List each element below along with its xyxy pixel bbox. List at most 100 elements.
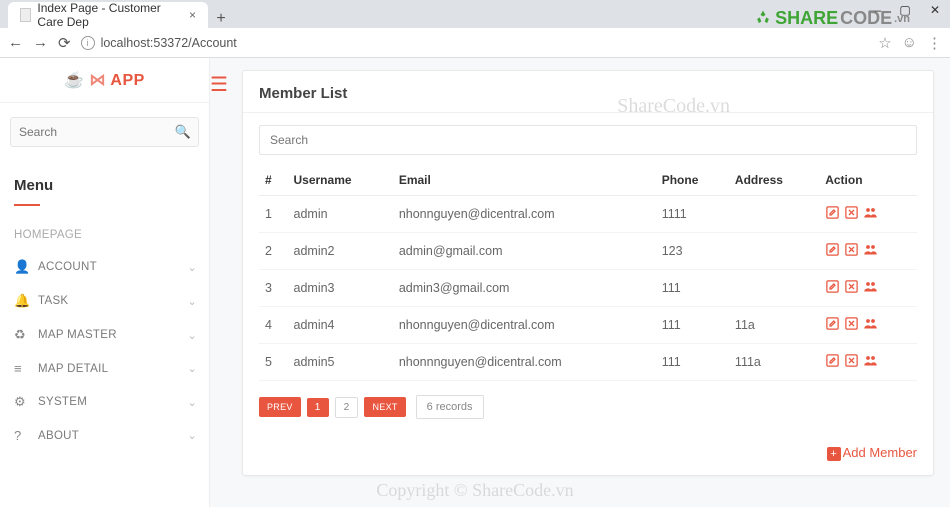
cell-address <box>729 233 819 270</box>
chevron-down-icon: ⌄ <box>187 261 197 274</box>
nav-label: MAP MASTER <box>38 329 117 341</box>
cell-address <box>729 196 819 233</box>
cell-phone: 1111 <box>656 196 729 233</box>
nav-item-map-detail[interactable]: ≡MAP DETAIL⌄ <box>0 352 209 385</box>
users-icon[interactable] <box>863 316 878 334</box>
hamburger-icon[interactable]: ☰ <box>210 72 228 97</box>
cell-username: admin2 <box>288 233 393 270</box>
plus-icon: + <box>827 447 841 461</box>
back-button[interactable]: ← <box>8 34 23 51</box>
cell-username: admin5 <box>288 344 393 381</box>
browser-tab[interactable]: Index Page - Customer Care Dep × <box>8 2 208 28</box>
sidebar-search: 🔍 <box>10 117 199 147</box>
table-row: 2admin2admin@gmail.com123 <box>259 233 917 270</box>
star-icon[interactable]: ☆ <box>878 34 891 52</box>
window-controls: — ▢ ✕ <box>860 0 950 20</box>
delete-icon[interactable] <box>844 279 859 297</box>
url-text: localhost:53372/Account <box>101 36 237 50</box>
page-2-button[interactable]: 2 <box>335 397 359 418</box>
nav-label: ABOUT <box>38 430 79 442</box>
column-header: Email <box>393 165 656 196</box>
cell-actions <box>819 344 917 381</box>
edit-icon[interactable] <box>825 205 840 223</box>
users-icon[interactable] <box>863 205 878 223</box>
users-icon[interactable] <box>863 353 878 371</box>
nav-label: ACCOUNT <box>38 261 97 273</box>
cell-actions <box>819 307 917 344</box>
chevron-down-icon: ⌄ <box>187 329 197 342</box>
menu-heading: Menu <box>0 161 209 200</box>
member-table: #UsernameEmailPhoneAddressAction 1adminn… <box>259 165 917 381</box>
chevron-down-icon: ⌄ <box>187 362 197 375</box>
cell-email: admin@gmail.com <box>393 233 656 270</box>
nav-label: MAP DETAIL <box>38 363 108 375</box>
cell-actions <box>819 233 917 270</box>
nav-item-homepage[interactable]: HOMEPAGE <box>0 220 209 250</box>
brand-logo[interactable]: ☕ ⋈ APP <box>0 58 209 103</box>
chevron-down-icon: ⌄ <box>187 295 197 308</box>
cell-phone: 111 <box>656 270 729 307</box>
cell-address <box>729 270 819 307</box>
nav-icon: ⚙ <box>14 394 30 410</box>
edit-icon[interactable] <box>825 279 840 297</box>
profile-icon[interactable]: ☺ <box>902 34 917 52</box>
reload-button[interactable]: ⟳ <box>58 34 71 52</box>
cell-email: nhonnguyen@dicentral.com <box>393 307 656 344</box>
search-icon: 🔍 <box>175 124 191 140</box>
nav-icon: ♻ <box>14 327 30 343</box>
nav-icon: 🔔 <box>14 293 30 309</box>
brand-text: APP <box>110 72 144 89</box>
edit-icon[interactable] <box>825 316 840 334</box>
prev-button[interactable]: PREV <box>259 397 301 417</box>
cell-index: 5 <box>259 344 288 381</box>
edit-icon[interactable] <box>825 242 840 260</box>
users-icon[interactable] <box>863 279 878 297</box>
page-1-button[interactable]: 1 <box>307 398 329 417</box>
add-member-button[interactable]: +Add Member <box>243 435 933 475</box>
delete-icon[interactable] <box>844 242 859 260</box>
browser-toolbar: ← → ⟳ i localhost:53372/Account ☆ ☺ ⋮ <box>0 28 950 58</box>
new-tab-button[interactable]: + <box>208 10 234 28</box>
m-icon: ⋈ <box>90 72 107 89</box>
forward-button[interactable]: → <box>33 34 48 51</box>
nav-label: HOMEPAGE <box>14 229 82 241</box>
table-row: 3admin3admin3@gmail.com111 <box>259 270 917 307</box>
pagination: PREV 1 2 NEXT 6 records <box>259 395 917 419</box>
browser-tabstrip: Index Page - Customer Care Dep × + — ▢ ✕ <box>0 0 950 28</box>
cell-index: 1 <box>259 196 288 233</box>
close-window-button[interactable]: ✕ <box>920 0 950 20</box>
nav-item-account[interactable]: 👤 ACCOUNT ⌄ <box>0 250 209 284</box>
edit-icon[interactable] <box>825 353 840 371</box>
member-card: Member List #UsernameEmailPhoneAddressAc… <box>242 70 934 476</box>
next-button[interactable]: NEXT <box>364 397 405 417</box>
table-search-input[interactable] <box>259 125 917 155</box>
maximize-button[interactable]: ▢ <box>890 0 920 20</box>
close-tab-icon[interactable]: × <box>189 8 196 22</box>
coffee-icon: ☕ <box>64 72 84 89</box>
minimize-button[interactable]: — <box>860 0 890 20</box>
cell-address: 11a <box>729 307 819 344</box>
menu-icon[interactable]: ⋮ <box>927 34 942 52</box>
nav-list: HOMEPAGE👤ACCOUNT⌄🔔TASK⌄♻MAP MASTER⌄≡MAP … <box>0 220 209 452</box>
column-header: # <box>259 165 288 196</box>
main-content: ☰ Member List #UsernameEmailPhoneAddress… <box>210 58 950 507</box>
site-info-icon[interactable]: i <box>81 36 95 50</box>
cell-index: 3 <box>259 270 288 307</box>
nav-item-system[interactable]: ⚙SYSTEM⌄ <box>0 385 209 419</box>
delete-icon[interactable] <box>844 353 859 371</box>
cell-username: admin3 <box>288 270 393 307</box>
nav-label: SYSTEM <box>38 396 87 408</box>
nav-label: TASK <box>38 295 68 307</box>
users-icon[interactable] <box>863 242 878 260</box>
delete-icon[interactable] <box>844 205 859 223</box>
nav-item-task[interactable]: 🔔 TASK ⌄ <box>0 284 209 318</box>
cell-phone: 123 <box>656 233 729 270</box>
nav-item-map-master[interactable]: ♻ MAP MASTER ⌄ <box>0 318 209 352</box>
nav-item-about[interactable]: ?ABOUT⌄ <box>0 419 209 452</box>
delete-icon[interactable] <box>844 316 859 334</box>
nav-icon: 👤 <box>14 259 30 275</box>
sidebar-search-input[interactable] <box>10 117 199 147</box>
address-bar[interactable]: i localhost:53372/Account <box>81 36 869 50</box>
column-header: Address <box>729 165 819 196</box>
add-member-label: Add Member <box>843 445 917 460</box>
